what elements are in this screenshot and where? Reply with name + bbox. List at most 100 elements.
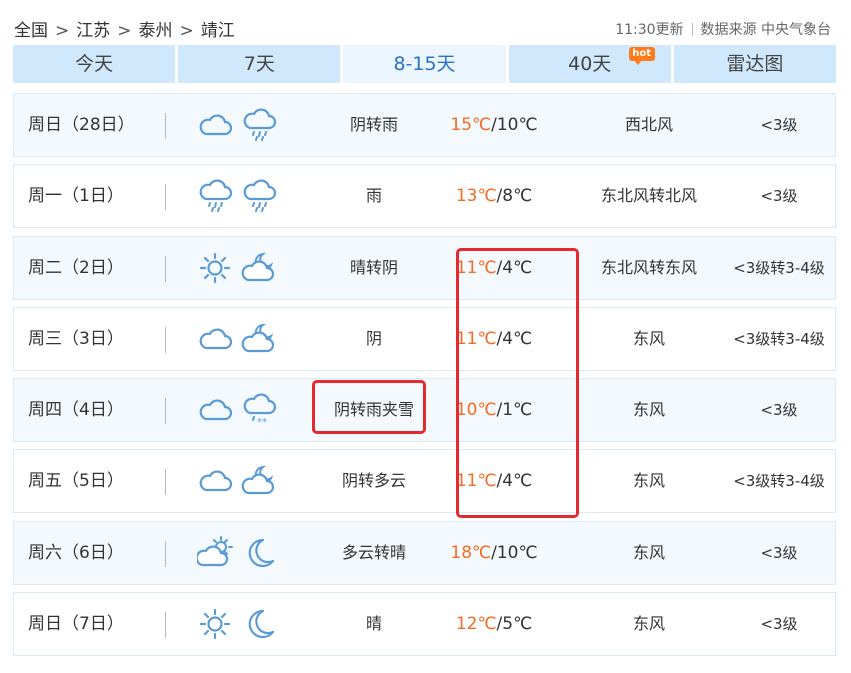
- forecast-row: 周五（5日） 阴转多云 11℃/4℃ 东风 <3级转3-4级: [13, 449, 836, 514]
- breadcrumb-item-country[interactable]: 全国: [14, 16, 48, 41]
- weather-icons: [197, 251, 281, 285]
- moon-cloud-icon: [241, 251, 277, 285]
- day-label: 周五（5日）: [28, 471, 124, 492]
- breadcrumb-item-city[interactable]: 泰州: [139, 16, 173, 41]
- tab-label: 8-15天: [393, 53, 456, 75]
- breadcrumb-separator: >: [55, 21, 70, 41]
- forecast-row: 周日（7日）晴 12℃/5℃ 东风 <3级: [13, 592, 836, 657]
- cloud-icon: [197, 322, 233, 356]
- row-divider: [165, 113, 166, 139]
- tab-8-15-days[interactable]: 8-15天: [343, 45, 506, 83]
- low-temp: /4℃: [496, 471, 533, 492]
- low-temp: /4℃: [496, 328, 533, 349]
- high-temp: 10℃: [455, 400, 497, 421]
- forecast-row: 周四（4日） ** 阴转雨夹雪 10℃/1℃ 东风 <3级: [13, 378, 836, 443]
- low-temp: /1℃: [496, 400, 533, 421]
- cloud-icon: [197, 108, 233, 142]
- row-divider: [165, 469, 166, 496]
- day-label: 周三（3日）: [28, 328, 124, 349]
- svg-text:**: **: [257, 417, 267, 427]
- sleet-cloud-icon: **: [241, 393, 277, 428]
- data-source: 数据来源 中央气象台: [700, 22, 831, 38]
- breadcrumb-item-province[interactable]: 江苏: [76, 16, 110, 41]
- wind-level: <3级转3-4级: [733, 472, 825, 491]
- tab-label: 今天: [75, 53, 114, 75]
- wind-direction: 东北风转东风: [600, 257, 697, 277]
- tab-label: 雷达图: [726, 53, 784, 75]
- sun-icon: [197, 607, 233, 641]
- tab-today[interactable]: 今天: [13, 45, 176, 83]
- moon-cloud-icon: [241, 322, 277, 356]
- tab-radar[interactable]: 雷达图: [673, 45, 837, 83]
- low-temp: /4℃: [496, 257, 533, 278]
- high-temp: 18℃: [450, 542, 492, 563]
- forecast-row: 周二（2日） 晴转阴 11℃/4℃ 东北风转东风 <3级转3-4级: [13, 235, 836, 300]
- breadcrumb: 全国 > 江苏 > 泰州 > 靖江: [14, 16, 235, 41]
- weather-icons: [197, 607, 281, 641]
- day-label: 周一（1日）: [28, 186, 124, 207]
- tab-40-days[interactable]: 40天 hot: [508, 45, 671, 83]
- cloud-icon: [197, 393, 233, 427]
- temperature: 10℃/1℃: [429, 379, 559, 441]
- breadcrumb-separator: >: [117, 21, 132, 41]
- day-label: 周六（6日）: [28, 542, 124, 563]
- wind-direction: 西北风: [624, 115, 673, 134]
- low-temp: /10℃: [491, 115, 538, 135]
- wind-direction: 东北风转北风: [600, 186, 697, 206]
- high-temp: 12℃: [455, 614, 497, 635]
- row-divider: [165, 255, 166, 282]
- forecast-row: 周一（1日）雨 13℃/8℃ 东北风转北风 <3级: [13, 164, 836, 229]
- update-time: 11:30更新: [615, 22, 684, 38]
- top-bar: 全国 > 江苏 > 泰州 > 靖江 11:30更新 数据来源 中央气象台: [0, 0, 851, 44]
- day-label: 周二（2日）: [28, 257, 124, 278]
- wind-direction: 东风: [632, 542, 665, 562]
- day-label: 周日（7日）: [28, 614, 124, 635]
- wind-direction: 东风: [632, 400, 665, 420]
- wind-direction: 东风: [632, 471, 665, 491]
- sun-icon: [197, 251, 233, 285]
- wind-direction: 东风: [632, 614, 665, 634]
- cloud-icon: [197, 464, 233, 498]
- moon-icon: [241, 607, 277, 641]
- high-temp: 11℃: [455, 257, 497, 278]
- wind-level: <3级: [760, 543, 798, 562]
- temperature: 11℃/4℃: [429, 308, 559, 370]
- low-temp: /8℃: [496, 186, 533, 207]
- wind-level: <3级: [760, 615, 798, 634]
- forecast-row: 周日（28日） 阴转雨 15℃/10℃ 西北风 <3级: [13, 93, 836, 157]
- rain-cloud-icon: [241, 108, 277, 142]
- weather-icons: **: [197, 393, 281, 428]
- low-temp: /5℃: [496, 614, 533, 635]
- weather-icons: [197, 179, 281, 213]
- forecast-row: 周三（3日）阴 11℃/4℃ 东风 <3级转3-4级: [13, 306, 836, 371]
- update-meta: 11:30更新 数据来源 中央气象台: [615, 19, 831, 39]
- row-divider: [165, 612, 166, 639]
- moon-icon: [241, 536, 277, 570]
- temperature: 11℃/4℃: [429, 237, 559, 299]
- day-label: 周四（4日）: [28, 400, 124, 421]
- temperature: 11℃/4℃: [429, 450, 559, 512]
- tab-7-days[interactable]: 7天: [178, 45, 341, 83]
- forecast-row: 周六（6日） 多云转晴 18℃/10℃ 东风 <3级: [13, 520, 836, 585]
- high-temp: 11℃: [455, 328, 497, 349]
- high-temp: 13℃: [455, 186, 497, 207]
- weather-icons: [197, 464, 281, 498]
- temperature: 12℃/5℃: [429, 593, 559, 655]
- rain-cloud-icon: [197, 179, 233, 213]
- wind-direction: 东风: [632, 328, 665, 348]
- meta-divider: [691, 23, 693, 36]
- day-label: 周日（28日）: [28, 115, 135, 135]
- temperature: 13℃/8℃: [429, 165, 559, 227]
- forecast-list: 周日（28日） 阴转雨 15℃/10℃ 西北风 <3级 周一（1日）雨 13℃/8℃ 东北风转…: [13, 93, 836, 663]
- row-divider: [165, 540, 166, 567]
- wind-level: <3级转3-4级: [733, 329, 825, 348]
- sun-cloud-icon: [195, 535, 233, 570]
- high-temp: 11℃: [455, 471, 497, 492]
- wind-level: <3级: [760, 187, 798, 206]
- row-divider: [165, 184, 166, 211]
- wind-level: <3级: [760, 116, 798, 134]
- low-temp: /10℃: [491, 542, 538, 563]
- hot-badge: hot: [628, 47, 655, 65]
- weather-icons: [197, 322, 281, 356]
- rain-cloud-icon: [241, 179, 277, 213]
